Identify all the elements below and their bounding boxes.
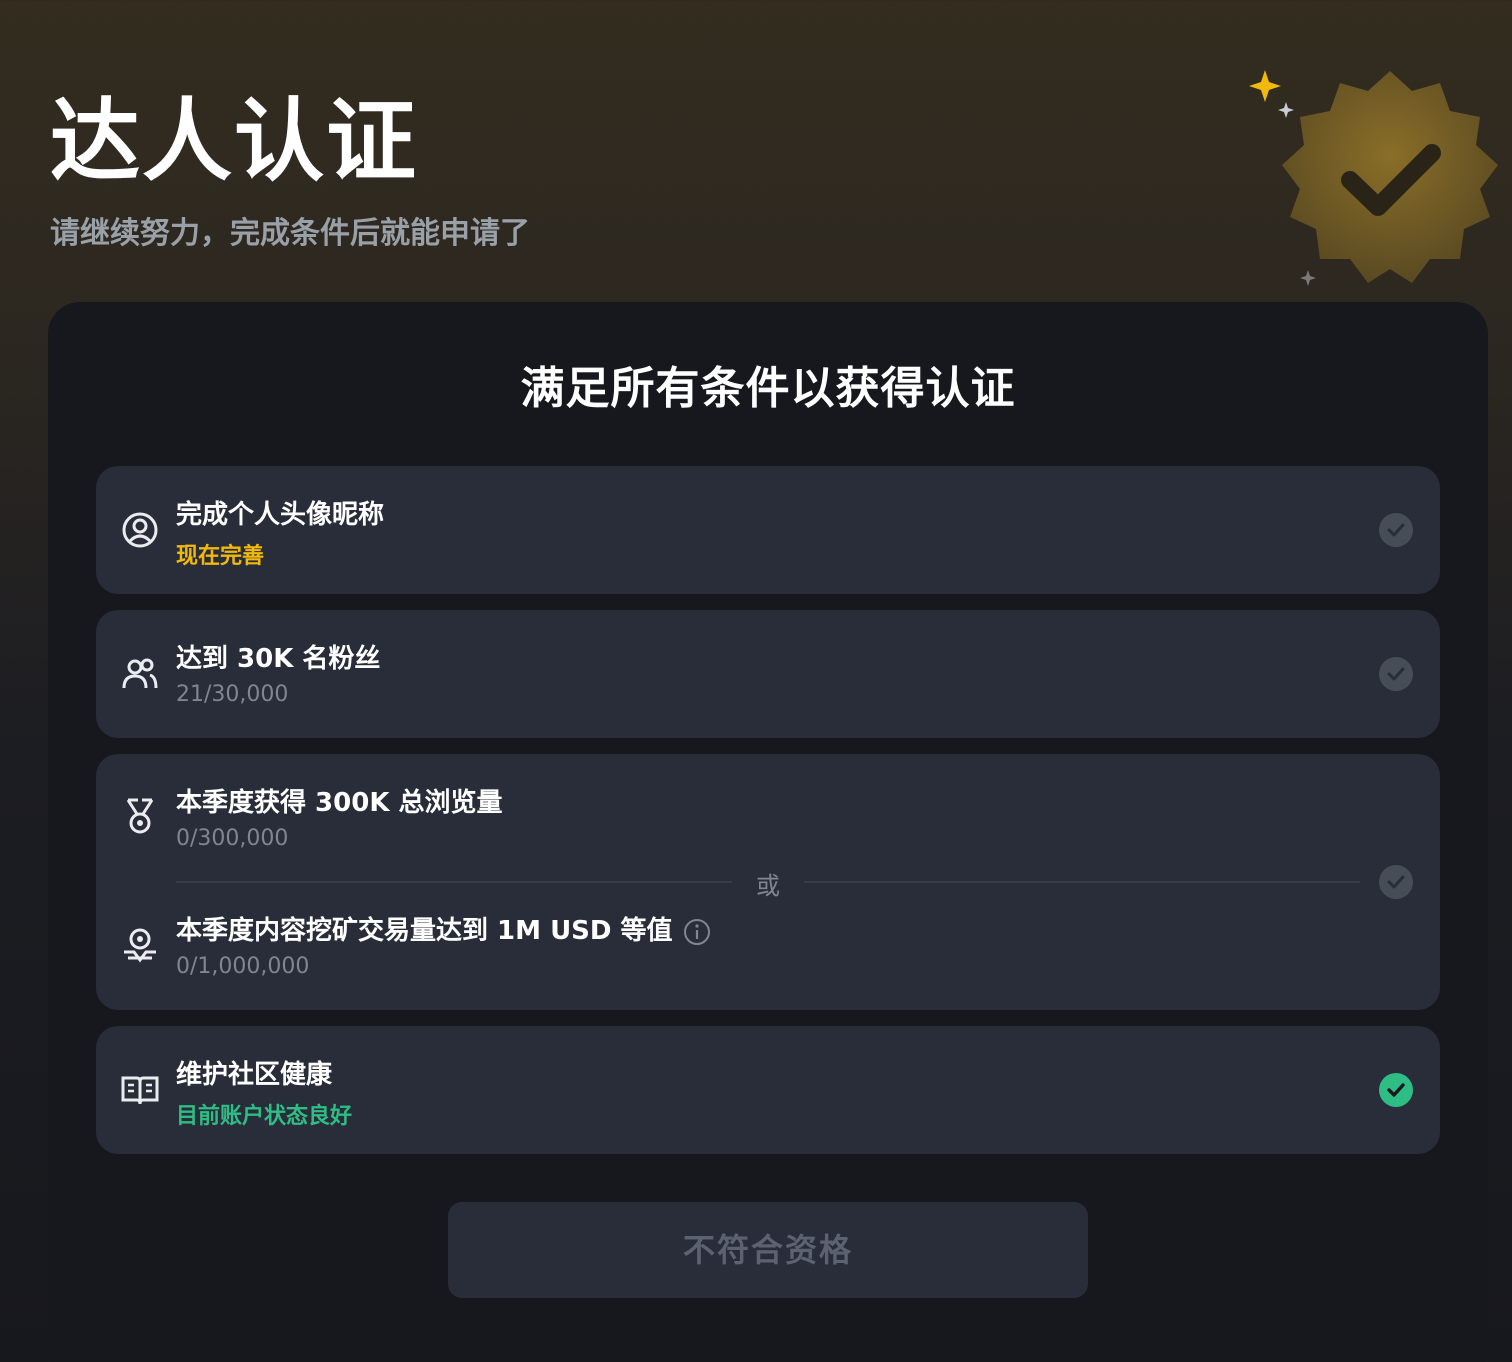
requirement-community: 维护社区健康 目前账户状态良好 xyxy=(96,1026,1440,1154)
check-complete-icon xyxy=(1378,1072,1414,1108)
requirement-label: 本季度获得 300K 总浏览量 xyxy=(176,788,503,818)
check-icon xyxy=(1378,864,1414,900)
book-icon xyxy=(120,1070,160,1110)
check-icon xyxy=(1378,656,1414,692)
location-coin-icon xyxy=(120,926,160,966)
complete-now-link[interactable]: 现在完善 xyxy=(176,538,264,570)
card-title: 满足所有条件以获得认证 xyxy=(520,363,1016,414)
medal-icon xyxy=(120,796,160,836)
sparkle-large-icon xyxy=(1249,70,1281,102)
requirement-profile: 完成个人头像昵称 现在完善 xyxy=(96,466,1440,594)
requirement-views-or-volume: 本季度获得 300K 总浏览量 0/300,000 或 本季度内容挖矿交易量达到… xyxy=(96,754,1440,1010)
verified-badge-icon xyxy=(1240,60,1500,300)
not-eligible-button[interactable]: 不符合资格 xyxy=(448,1202,1088,1298)
info-icon[interactable] xyxy=(683,918,711,946)
requirement-label: 达到 30K 名粉丝 xyxy=(176,644,381,674)
users-icon xyxy=(120,654,160,694)
requirement-label: 本季度内容挖矿交易量达到 1M USD 等值 xyxy=(176,910,711,947)
or-separator: 或 xyxy=(756,872,780,900)
requirement-label: 完成个人头像昵称 xyxy=(176,500,385,530)
page-title: 达人认证 xyxy=(50,89,418,194)
requirement-progress: 0/300,000 xyxy=(176,826,289,851)
requirement-status: 目前账户状态良好 xyxy=(176,1104,353,1129)
requirement-label: 维护社区健康 xyxy=(176,1060,333,1090)
sparkle-small-icon xyxy=(1278,102,1294,118)
requirement-progress: 21/30,000 xyxy=(176,682,289,707)
divider xyxy=(804,881,1360,883)
divider xyxy=(176,881,732,883)
requirement-followers: 达到 30K 名粉丝 21/30,000 xyxy=(96,610,1440,738)
user-circle-icon xyxy=(120,510,160,550)
check-icon xyxy=(1378,512,1414,548)
sparkle-tiny-icon xyxy=(1300,270,1316,286)
requirement-progress: 0/1,000,000 xyxy=(176,954,310,979)
page-subtitle: 请继续努力，完成条件后就能申请了 xyxy=(50,216,530,251)
